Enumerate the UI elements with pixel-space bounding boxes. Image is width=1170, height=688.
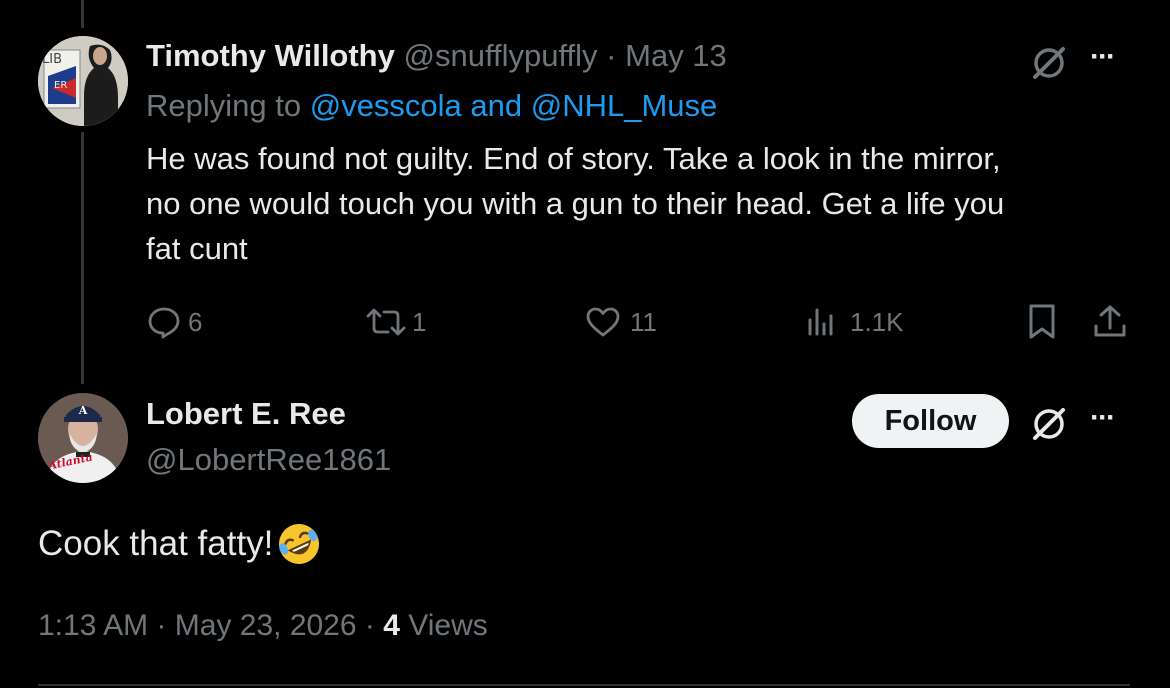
avatar-sign-bottom: ER [54,80,68,91]
reply-icon [148,307,180,339]
heart-icon [586,307,620,337]
views-number: 4 [383,609,400,642]
reply-text-line3: fat cunt [146,231,248,266]
main-tweet-text: Cook that fatty! 🤣 [38,520,323,568]
analytics-icon [808,308,833,336]
more-options-icon[interactable]: ··· [1090,401,1116,435]
replying-to-line: Replying to @vesscola and @NHL_Muse [146,88,717,124]
svg-text:A: A [78,404,88,417]
rolling-laughing-emoji-icon [279,524,320,564]
bookmark-icon[interactable] [1024,302,1060,342]
views-button[interactable]: 1.1K [804,302,904,342]
like-count: 11 [630,306,657,337]
share-icon[interactable] [1090,302,1130,342]
reply-button[interactable]: 6 [146,302,202,342]
reply-tweet-text: He was found not guilty. End of story. T… [146,136,1146,271]
replying-to-mentions[interactable]: @vesscola and @NHL_Muse [310,88,718,123]
tweet-date[interactable]: May 13 [625,38,727,73]
author-display-name[interactable]: Lobert E. Ree [146,396,346,432]
divider [38,684,1130,686]
like-button[interactable]: 11 [584,302,657,342]
author-handle[interactable]: @LobertRee1861 [146,442,391,478]
replying-prefix: Replying to [146,88,302,123]
repost-count: 1 [412,306,427,337]
header-separator: · [606,38,617,73]
tweet-metadata: 1:13 AM · May 23, 2026 · 4 Views [38,609,488,643]
more-options-icon[interactable]: ··· [1090,40,1116,74]
grok-icon[interactable] [1027,402,1071,446]
meta-separator-2: · [364,609,375,642]
main-text: Cook that fatty! [38,524,274,563]
avatar-sign-top: LIB [42,52,62,67]
repost-button[interactable]: 1 [364,302,426,342]
repost-icon [366,308,406,336]
display-name[interactable]: Timothy Willothy [146,38,395,73]
grok-icon[interactable] [1027,41,1071,85]
reply-count: 6 [188,306,203,337]
follow-button[interactable]: Follow [852,394,1009,448]
meta-separator-1: · [156,609,167,642]
reply-text-line2: no one would touch you with a gun to the… [146,186,1005,221]
handle[interactable]: @snufflypuffly [404,38,598,73]
reply-header: Timothy Willothy @snufflypuffly · May 13 [146,38,727,74]
thread-line-connector [81,132,84,384]
avatar-image [38,36,128,126]
reply-text-line1: He was found not guilty. End of story. T… [146,141,1001,176]
views-count: 1.1K [850,306,904,337]
avatar-timothy[interactable]: LIB ER [38,36,128,126]
tweet-time[interactable]: 1:13 AM [38,609,148,642]
avatar-lobert[interactable]: A Atlanta [38,393,128,483]
views-label: Views [408,609,488,642]
thread-line-top [81,0,84,28]
tweet-full-date[interactable]: May 23, 2026 [175,609,357,642]
